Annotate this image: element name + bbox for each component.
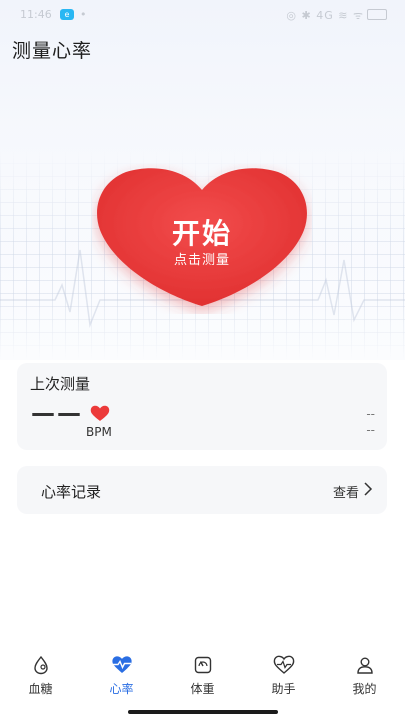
tab-label: 体重 [190, 682, 215, 696]
heart-pulse-icon [111, 656, 132, 673]
tab-blood-sugar[interactable]: 血糖 [0, 647, 81, 705]
status-time: 11:46 [20, 8, 52, 21]
tap-to-measure-label: 点击测量 [173, 253, 230, 268]
tab-heart-rate[interactable]: 心率 [81, 647, 162, 705]
small-heart-icon [90, 405, 110, 421]
chevron-right-icon [364, 482, 373, 496]
page-title: 测量心率 [12, 40, 93, 62]
scale-icon [194, 656, 211, 674]
tab-assistant[interactable]: 助手 [243, 647, 324, 705]
tab-label: 血糖 [28, 682, 53, 696]
secondary-value-1: -- [366, 407, 375, 421]
tab-label: 我的 [352, 682, 377, 696]
blood-drop-icon [33, 655, 48, 675]
tab-label: 心率 [109, 682, 134, 696]
app-notification-icon: e [60, 9, 74, 20]
record-label: 心率记录 [41, 483, 102, 501]
bottom-tab-bar: 血糖 心率 体重 助手 我的 [0, 647, 405, 705]
home-indicator[interactable] [128, 710, 278, 714]
status-icons-text: ◎ ✱ 4G ≋ ᯤ [286, 9, 364, 22]
start-measure-button[interactable]: 开始 点击测量 [92, 164, 312, 314]
bpm-unit: BPM [86, 425, 112, 439]
battery-icon [367, 9, 387, 20]
last-measurement-value: —— [31, 399, 83, 427]
tab-label: 助手 [271, 682, 296, 696]
status-bar: 11:46 e • ◎ ✱ 4G ≋ ᯤ [0, 0, 405, 30]
status-icons: ◎ ✱ 4G ≋ ᯤ [286, 8, 387, 23]
start-label: 开始 [171, 217, 232, 250]
tab-weight[interactable]: 体重 [162, 647, 243, 705]
view-link[interactable]: 查看 [333, 482, 359, 501]
status-indicator: • [80, 8, 87, 21]
last-measurement-card: 上次测量 —— BPM -- -- [17, 363, 387, 450]
tab-profile[interactable]: 我的 [324, 647, 405, 705]
last-measurement-title: 上次测量 [30, 375, 91, 393]
user-icon [356, 657, 373, 674]
secondary-value-2: -- [366, 423, 375, 437]
heart-assistant-icon [273, 655, 294, 674]
heart-rate-record-row[interactable]: 心率记录 查看 [17, 466, 387, 514]
